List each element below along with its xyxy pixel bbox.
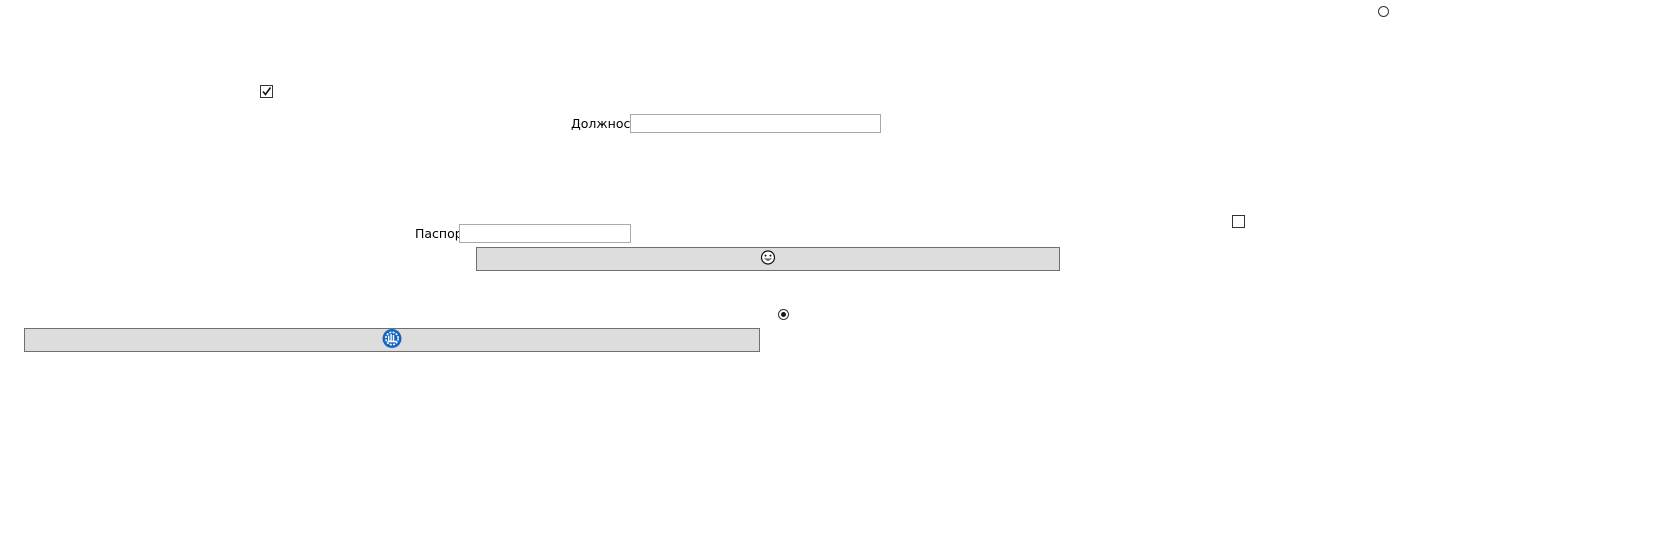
emoji-button[interactable] bbox=[476, 247, 1060, 271]
checkbox-top-left[interactable] bbox=[260, 85, 273, 98]
circle-gear-icon bbox=[382, 329, 402, 352]
radio-dot bbox=[781, 312, 786, 317]
position-input[interactable] bbox=[630, 114, 881, 133]
radio-button-top-right[interactable] bbox=[1378, 6, 1389, 17]
radio-button-center[interactable] bbox=[778, 309, 789, 320]
wide-button[interactable] bbox=[24, 328, 760, 352]
grinning-face-icon bbox=[760, 250, 776, 268]
passport-input[interactable] bbox=[459, 224, 631, 243]
checkbox-right[interactable] bbox=[1232, 215, 1245, 228]
form-canvas: Должность Паспорт bbox=[0, 0, 1656, 548]
checkmark-icon bbox=[262, 87, 272, 96]
